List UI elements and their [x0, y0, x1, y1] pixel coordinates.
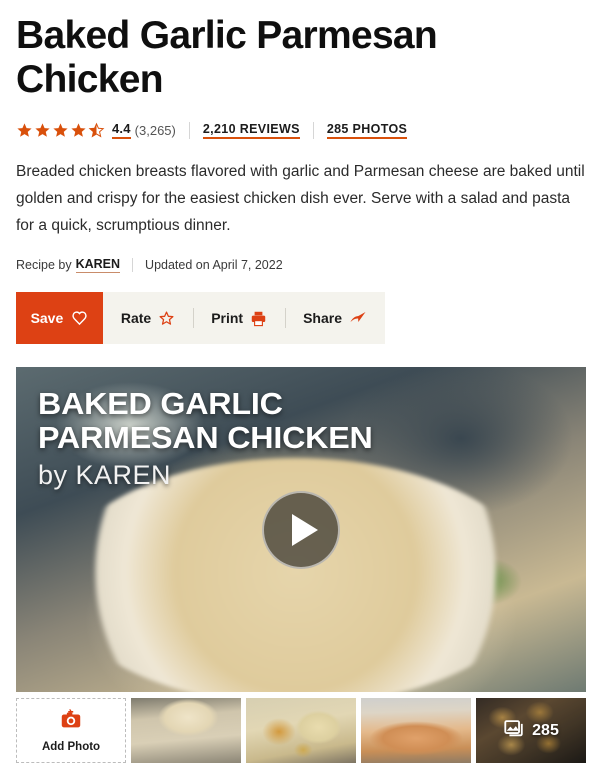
play-icon — [291, 513, 318, 546]
recipe-video-player[interactable]: BAKED GARLIC PARMESAN CHICKEN by KAREN — [16, 367, 586, 692]
camera-plus-icon — [58, 708, 84, 737]
gallery-thumbnail-more[interactable]: 285 — [476, 698, 586, 763]
star-icon-4 — [70, 122, 87, 139]
video-title-line-2: PARMESAN CHICKEN — [38, 420, 373, 455]
star-icon-1 — [16, 122, 33, 139]
divider — [312, 121, 314, 139]
author-link[interactable]: KAREN — [75, 257, 121, 273]
star-outline-icon — [158, 310, 175, 327]
rating-row: 4.4 (3,265) 2,210 REVIEWS 285 PHOTOS — [16, 120, 586, 140]
print-button-label: Print — [211, 310, 244, 326]
save-button-label: Save — [30, 310, 64, 326]
save-button[interactable]: Save — [16, 292, 103, 344]
add-photo-label: Add Photo — [41, 741, 101, 753]
divider — [188, 121, 190, 139]
rate-button[interactable]: Rate — [103, 292, 193, 344]
photo-count: 285 — [532, 721, 559, 739]
star-icon-3 — [52, 122, 69, 139]
reviews-link[interactable]: 2,210 REVIEWS — [202, 122, 300, 139]
share-button-label: Share — [303, 310, 342, 326]
heart-icon — [71, 310, 88, 327]
rate-button-label: Rate — [120, 310, 152, 326]
photo-gallery-strip: Add Photo 285 — [16, 698, 586, 763]
star-rating[interactable] — [16, 122, 105, 139]
add-photo-button[interactable]: Add Photo — [16, 698, 127, 763]
photos-link[interactable]: 285 PHOTOS — [326, 122, 408, 139]
action-toolbar: Save Rate Print Share — [16, 292, 385, 344]
share-button[interactable]: Share — [285, 292, 385, 344]
video-title: BAKED GARLIC PARMESAN CHICKEN — [38, 387, 373, 455]
star-icon-2 — [34, 122, 51, 139]
rating-count: (3,265) — [134, 122, 176, 138]
printer-icon — [250, 310, 267, 327]
gallery-thumbnail[interactable] — [361, 698, 471, 763]
print-button[interactable]: Print — [193, 292, 285, 344]
gallery-thumbnail[interactable] — [131, 698, 242, 763]
play-button[interactable] — [262, 490, 340, 569]
divider — [132, 258, 134, 272]
photo-count-overlay: 285 — [476, 698, 586, 763]
rating-value[interactable]: 4.4 — [112, 121, 131, 139]
byline: Recipe by KAREN Updated on April 7, 2022 — [16, 257, 586, 273]
recipe-page: Baked Garlic Parmesan Chicken 4.4 (3,265… — [0, 0, 602, 768]
page-title: Baked Garlic Parmesan Chicken — [16, 14, 438, 101]
recipe-description: Breaded chicken breasts flavored with ga… — [16, 163, 585, 234]
video-byline: by KAREN — [38, 460, 172, 490]
gallery-thumbnail[interactable] — [246, 698, 357, 763]
share-arrow-icon — [349, 309, 367, 327]
video-title-line-1: BAKED GARLIC — [38, 386, 283, 421]
star-half-icon-5 — [88, 122, 105, 139]
updated-date: Updated on April 7, 2022 — [145, 258, 283, 272]
photo-stack-icon — [503, 717, 525, 744]
byline-prefix: Recipe by — [16, 258, 72, 272]
